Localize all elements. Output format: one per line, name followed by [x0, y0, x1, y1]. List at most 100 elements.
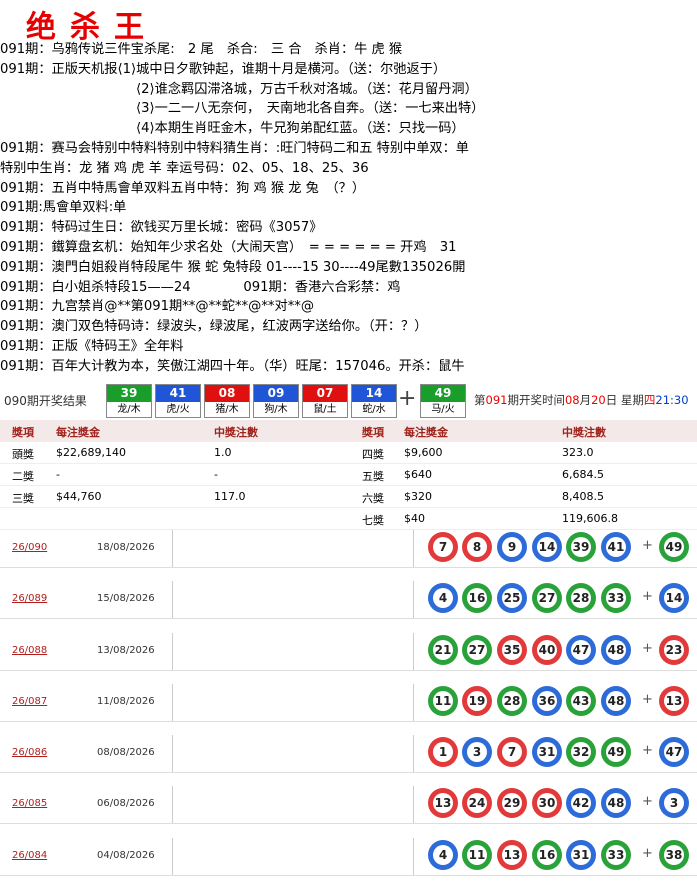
plus-sign: +: [642, 589, 653, 605]
prize-row: 二獎 - - 五獎 $640 6,684.5: [0, 464, 697, 486]
history-ball: 28: [566, 583, 596, 614]
history-ball-number: 23: [664, 639, 684, 660]
history-period-link[interactable]: 26/090: [12, 542, 47, 553]
column-divider: [413, 735, 414, 773]
draw-ball-zodiac: 狗/木: [254, 402, 298, 417]
history-ball-number: 43: [571, 690, 591, 711]
history-ball-number: 21: [433, 639, 453, 660]
draw-ball-number: 39: [107, 385, 151, 402]
prize-table: 獎項 每注獎金 中獎注數 獎項 每注獎金 中獎注數 頭獎 $22,689,140…: [0, 420, 697, 530]
history-ball: 13: [497, 839, 527, 870]
column-divider: [172, 683, 173, 721]
history-period-link[interactable]: 26/084: [12, 850, 47, 861]
time-d: 日 星期: [605, 393, 644, 407]
prediction-line: ⟨3⟩一二一八无奈何， 天南地北各自奔。（送：一七来出特）: [136, 101, 485, 117]
history-ball-number: 14: [664, 588, 684, 609]
history-period-link[interactable]: 26/089: [12, 593, 47, 604]
prize-header: 中獎注數: [214, 426, 258, 439]
history-row: 26/084 04/08/2026 4 11 13 16 31 33 +38: [0, 837, 697, 876]
draw-ball-number: 49: [421, 385, 465, 402]
history-special-ball: 23: [659, 634, 689, 665]
history-ball-number: 7: [502, 742, 522, 763]
history-row: 26/087 11/08/2026 11 19 28 36 43 48 +13: [0, 683, 697, 722]
history-ball-number: 48: [606, 690, 626, 711]
prediction-line: 091期：澳门双色特码诗：绿波头，绿波尾，红波两字送给你。（开：？）: [0, 319, 428, 335]
draw-ball: 39 龙/木: [106, 384, 152, 418]
time-period: 091: [485, 393, 508, 407]
history-date: 04/08/2026: [97, 849, 155, 861]
prize-cell: 四獎: [362, 448, 384, 461]
history-ball: 31: [532, 737, 562, 768]
history-ball: 3: [462, 737, 492, 768]
draw-ball: 09 狗/木: [253, 384, 299, 418]
history-date: 08/08/2026: [97, 747, 155, 759]
history-ball: 33: [601, 839, 631, 870]
history-special-ball: 13: [659, 685, 689, 716]
history-ball: 7: [428, 532, 458, 562]
history-period-link[interactable]: 26/085: [12, 798, 47, 809]
time-day: 20: [591, 393, 606, 407]
prize-header: 獎項: [12, 426, 34, 439]
draw-ball-number: 14: [352, 385, 396, 402]
prize-cell: 七獎: [362, 514, 384, 527]
draw-special-ball: 49 马/火: [420, 384, 466, 418]
history-special-ball: 38: [659, 839, 689, 870]
history-period-link[interactable]: 26/087: [12, 696, 47, 707]
history-ball: 48: [601, 685, 631, 716]
time-prefix: 第: [474, 393, 486, 407]
history-date: 13/08/2026: [97, 644, 155, 656]
history-ball-number: 42: [571, 793, 591, 814]
history-ball-number: 9: [502, 537, 522, 557]
history-ball-number: 38: [664, 844, 684, 865]
history-ball: 9: [497, 532, 527, 562]
history-ball-number: 49: [664, 537, 684, 557]
history-ball-number: 19: [467, 690, 487, 711]
history-period-link[interactable]: 26/088: [12, 645, 47, 656]
prize-cell: 117.0: [214, 490, 246, 503]
prize-cell: 六獎: [362, 492, 384, 505]
column-divider: [172, 530, 173, 567]
history-ball: 28: [497, 685, 527, 716]
draw-ball-zodiac: 马/火: [421, 402, 465, 417]
history-period-link[interactable]: 26/086: [12, 747, 47, 758]
history-ball-number: 41: [606, 537, 626, 557]
column-divider: [413, 581, 414, 619]
prediction-line: 091期：正版天机报⟨1⟩城中日夕歌钟起，谁期十月是横河。（送：尔弛返于）: [0, 61, 447, 77]
history-ball-number: 33: [606, 588, 626, 609]
history-ball-number: 3: [664, 793, 684, 814]
history-ball: 27: [462, 634, 492, 665]
history-special-ball: 14: [659, 583, 689, 614]
plus-sign: +: [642, 794, 653, 810]
history-ball-number: 40: [537, 639, 557, 660]
draw-ball-number: 07: [303, 385, 347, 402]
history-ball-number: 28: [571, 588, 591, 609]
history-ball-number: 3: [467, 742, 487, 763]
prize-cell: $320: [404, 490, 432, 503]
draw-ball: 41 虎/火: [155, 384, 201, 418]
prize-cell: $40: [404, 512, 425, 525]
history-ball-number: 11: [467, 844, 487, 865]
history-ball: 31: [566, 839, 596, 870]
prediction-line: 091期：澳門白姐殺肖特段尾牛 猴 蛇 兔特段 01----15 30----4…: [0, 259, 466, 275]
prediction-line: 091期:馬會单双料:单: [0, 200, 127, 216]
prize-cell: 1.0: [214, 446, 232, 459]
history-ball: 33: [601, 583, 631, 614]
prize-cell: 五獎: [362, 470, 384, 483]
prize-header: 獎項: [362, 426, 384, 439]
prediction-line: 091期：特码过生日：欲钱买万里长城：密码《3057》: [0, 220, 323, 236]
history-ball: 32: [566, 737, 596, 768]
history-row: 26/089 15/08/2026 4 16 25 27 28 33 +14: [0, 581, 697, 620]
history-ball-number: 13: [433, 793, 453, 814]
history-ball: 21: [428, 634, 458, 665]
history-ball-number: 14: [537, 537, 557, 557]
history-ball: 16: [532, 839, 562, 870]
prize-row: 頭獎 $22,689,140 1.0 四獎 $9,600 323.0: [0, 442, 697, 464]
prize-cell: $44,760: [56, 490, 102, 503]
prize-row: 七獎 $40 119,606.8: [0, 508, 697, 530]
prize-cell: 6,684.5: [562, 468, 604, 481]
prediction-line: 091期：乌鸦传说三件宝杀尾: 2 尾 杀合: 三 合 杀肖：牛 虎 猴: [0, 42, 403, 57]
column-divider: [172, 786, 173, 824]
prize-cell: 三獎: [12, 492, 34, 505]
draw-ball-number: 09: [254, 385, 298, 402]
history-ball: 19: [462, 685, 492, 716]
